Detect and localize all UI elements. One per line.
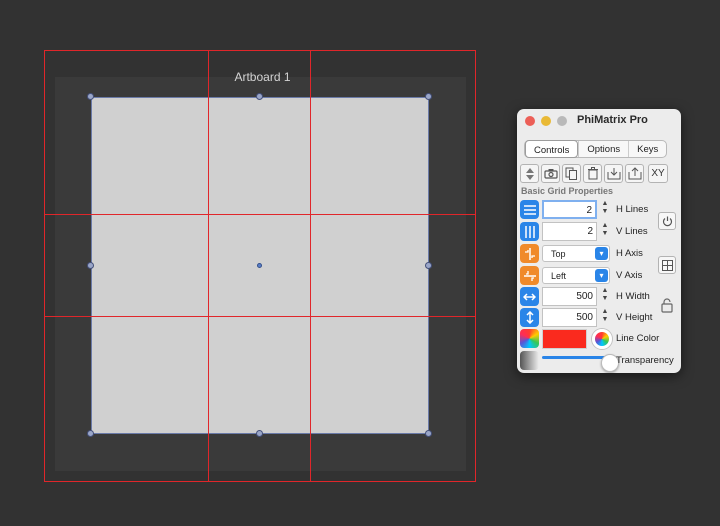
handle-bottom-right[interactable] — [425, 430, 432, 437]
grid-line-horizontal-2 — [44, 316, 476, 317]
transparency-label: Transparency — [616, 355, 674, 366]
h-width-stepper[interactable]: ▲ ▼ — [600, 287, 610, 306]
horizontal-arrows-icon — [520, 287, 539, 306]
tab-controls[interactable]: Controls — [525, 140, 579, 158]
h-lines-label: H Lines — [616, 204, 649, 215]
panel-title: PhiMatrix Pro — [577, 114, 648, 126]
handle-top-center[interactable] — [256, 93, 263, 100]
artboard-title[interactable]: Artboard 1 — [205, 70, 320, 84]
xy-button[interactable]: XY — [648, 164, 668, 183]
v-lines-stepper[interactable]: ▲ ▼ — [600, 222, 610, 241]
center-point[interactable] — [257, 263, 262, 268]
grid-line-bottom-edge — [44, 481, 476, 482]
chevron-down-icon: ▾ — [595, 247, 608, 260]
h-width-label: H Width — [616, 291, 650, 302]
vertical-lines-icon — [520, 222, 539, 241]
minimize-button[interactable] — [541, 116, 551, 126]
v-height-row: 500 ▲ ▼ V Height — [519, 308, 679, 328]
trash-icon[interactable] — [583, 164, 602, 183]
h-axis-select[interactable]: Top ▾ — [542, 245, 610, 262]
export-icon[interactable] — [625, 164, 644, 183]
v-lines-input[interactable]: 2 — [542, 222, 597, 241]
v-lines-row: 2 ▲ ▼ V Lines — [519, 222, 679, 242]
chevron-down-icon: ▾ — [595, 269, 608, 282]
handle-top-left[interactable] — [87, 93, 94, 100]
transparency-slider[interactable] — [542, 354, 619, 372]
close-button[interactable] — [525, 116, 535, 126]
grid-line-vertical-2 — [310, 50, 311, 481]
camera-icon[interactable] — [541, 164, 560, 183]
v-lines-label: V Lines — [616, 226, 648, 237]
color-wheel-icon — [520, 329, 539, 348]
panel-titlebar[interactable]: PhiMatrix Pro — [517, 109, 681, 133]
grid-line-right-edge — [475, 50, 476, 481]
v-axis-label: V Axis — [616, 270, 643, 281]
h-width-input[interactable]: 500 — [542, 287, 597, 306]
h-axis-value: Top — [551, 249, 566, 259]
handle-middle-left[interactable] — [87, 262, 94, 269]
h-axis-row: Top ▾ H Axis — [519, 244, 679, 264]
grid-line-horizontal-1 — [44, 214, 476, 215]
transparency-row: Transparency — [519, 351, 679, 372]
copy-icon[interactable] — [562, 164, 581, 183]
h-axis-icon — [520, 244, 539, 263]
handle-middle-right[interactable] — [425, 262, 432, 269]
section-title: Basic Grid Properties — [521, 186, 614, 196]
h-lines-row: 2 ▲ ▼ H Lines — [519, 200, 679, 220]
handle-bottom-left[interactable] — [87, 430, 94, 437]
tab-keys[interactable]: Keys — [628, 141, 666, 157]
v-axis-row: Left ▾ V Axis — [519, 266, 679, 286]
maximize-button[interactable] — [557, 116, 567, 126]
grid-icon[interactable] — [658, 256, 676, 274]
phimatrix-panel: PhiMatrix Pro Controls Options Keys XY B… — [517, 109, 681, 373]
h-axis-label: H Axis — [616, 248, 643, 259]
tab-options[interactable]: Options — [578, 141, 628, 157]
vertical-arrows-icon — [520, 308, 539, 327]
sort-icon[interactable] — [520, 164, 539, 183]
grid-line-left-edge — [44, 50, 45, 481]
color-picker-icon[interactable] — [592, 329, 612, 349]
import-icon[interactable] — [604, 164, 623, 183]
transparency-icon — [520, 351, 539, 370]
h-width-row: 500 ▲ ▼ H Width — [519, 287, 679, 307]
line-color-row: Line Color — [519, 329, 679, 349]
horizontal-lines-icon — [520, 200, 539, 219]
v-height-input[interactable]: 500 — [542, 308, 597, 327]
tab-bar: Controls Options Keys — [524, 140, 668, 158]
v-height-stepper[interactable]: ▲ ▼ — [600, 308, 610, 327]
v-axis-icon — [520, 266, 539, 285]
h-lines-stepper[interactable]: ▲ ▼ — [600, 200, 610, 219]
v-height-label: V Height — [616, 312, 653, 323]
line-color-swatch[interactable] — [542, 329, 587, 349]
power-icon[interactable] — [658, 212, 676, 230]
grid-line-vertical-1 — [208, 50, 209, 481]
h-lines-input[interactable]: 2 — [542, 200, 597, 219]
toolbar: XY — [520, 164, 668, 183]
v-axis-value: Left — [551, 271, 567, 281]
lock-icon[interactable] — [658, 296, 676, 314]
handle-top-right[interactable] — [425, 93, 432, 100]
v-axis-select[interactable]: Left ▾ — [542, 267, 610, 284]
grid-line-top-edge — [44, 50, 476, 51]
line-color-label: Line Color — [616, 333, 660, 344]
handle-bottom-center[interactable] — [256, 430, 263, 437]
